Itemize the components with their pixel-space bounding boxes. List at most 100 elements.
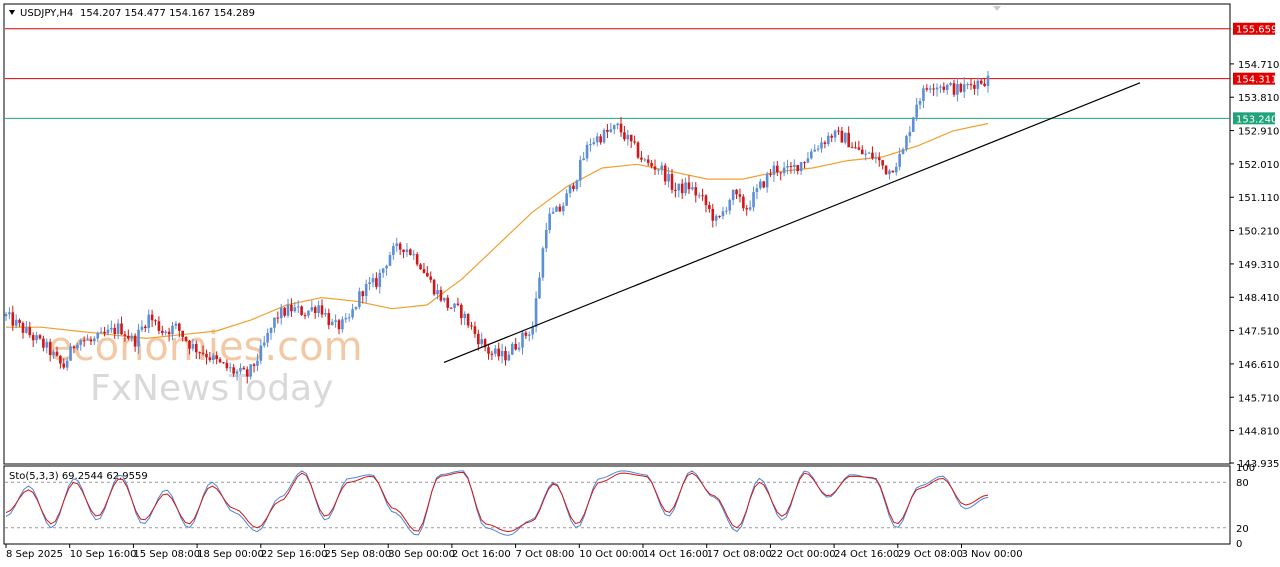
candle-body [966, 84, 969, 86]
candle-body [626, 134, 630, 140]
candle-body [918, 101, 922, 105]
candle-body [402, 249, 405, 252]
candle-body [378, 272, 382, 287]
candle-body [551, 211, 555, 214]
candle-body [171, 325, 174, 335]
time-tick-label: 15 Sep 08:00 [133, 549, 200, 560]
candle-body [307, 310, 310, 316]
candle-body [684, 182, 687, 194]
candle-body [453, 303, 456, 309]
candle-body [137, 329, 140, 347]
candle-body [334, 320, 337, 322]
candle-body [358, 291, 361, 307]
candle-body [25, 327, 28, 333]
candle-body [354, 306, 358, 310]
candle-body [585, 144, 589, 159]
candle-body [850, 147, 854, 149]
candle-body [320, 305, 324, 315]
watermark-fxnewstoday: FxNewsToday [90, 368, 333, 409]
candle-body [28, 327, 32, 336]
candle-body [517, 347, 521, 350]
candle-body [327, 313, 331, 326]
candle-body [527, 334, 531, 336]
price-tick-label: 144.810 [1238, 427, 1279, 438]
candle-body [555, 206, 558, 212]
candle-body [262, 342, 266, 346]
candle-body [541, 248, 545, 278]
time-tick-label: 29 Oct 08:00 [898, 549, 963, 560]
candle-body [932, 88, 935, 90]
candle-body [477, 333, 480, 345]
candle-body [242, 367, 246, 370]
candle-body [925, 88, 929, 90]
candle-body [228, 367, 232, 369]
candle-body [609, 129, 613, 132]
time-tick-label: 3 Nov 00:00 [962, 549, 1023, 560]
candle-body [860, 149, 864, 155]
candle-body [164, 331, 168, 334]
candle-body [96, 332, 100, 339]
candle-body [225, 362, 229, 369]
candle-body [429, 276, 433, 280]
candle-body [986, 75, 990, 86]
time-tick-label: 18 Sep 00:00 [197, 549, 264, 560]
candle-body [507, 354, 511, 361]
candle-body [680, 183, 684, 194]
candle-body [381, 268, 385, 273]
candle-body [79, 340, 83, 345]
candle-body [945, 84, 949, 90]
usdjpy-chart[interactable]: economies.com FxNewsToday USDJPY,H4 154.… [0, 0, 1280, 567]
candle-body [949, 83, 952, 85]
candle-body [415, 254, 419, 265]
candle-body [745, 208, 749, 210]
candle-body [490, 353, 494, 355]
candle-body [612, 125, 616, 130]
candle-body [810, 151, 813, 159]
candle-body [35, 335, 38, 341]
candle-body [181, 330, 184, 337]
candle-body [65, 360, 69, 368]
candle-body [983, 83, 986, 86]
candle-body [629, 134, 633, 142]
candle-body [69, 346, 72, 361]
candle-body [59, 355, 62, 364]
candle-body [211, 355, 215, 360]
candle-body [759, 181, 762, 189]
candle-body [884, 165, 888, 175]
candle-body [877, 157, 881, 161]
time-tick-label: 8 Sep 2025 [6, 549, 63, 560]
candle-body [470, 325, 473, 327]
candle-body [901, 149, 905, 154]
candle-body [198, 352, 201, 354]
candle-body [646, 159, 650, 164]
candle-body [215, 355, 218, 360]
candle-body [735, 189, 738, 195]
candle-body [521, 332, 524, 348]
candle-body [694, 187, 698, 196]
price-tick-label: 146.610 [1238, 360, 1279, 371]
candle-body [500, 350, 504, 357]
candle-body [344, 317, 348, 320]
candle-body [898, 153, 901, 167]
candle-body [881, 160, 884, 166]
candle-body [303, 315, 307, 317]
candle-body [330, 321, 334, 326]
candle-body [133, 335, 137, 347]
candle-body [697, 195, 701, 197]
candle-body [310, 307, 314, 311]
symbol-label: USDJPY,H4 [20, 8, 73, 19]
candle-body [113, 327, 117, 334]
candle-body [388, 255, 392, 266]
candle-body [412, 254, 416, 256]
candle-body [317, 305, 320, 313]
candle-body [18, 319, 21, 323]
candle-body [239, 367, 242, 372]
candle-body [256, 360, 259, 366]
candle-body [660, 165, 664, 170]
candle-body [103, 331, 106, 334]
time-tick-label: 24 Oct 16:00 [834, 549, 899, 560]
candle-body [174, 323, 178, 326]
candle-body [731, 189, 735, 200]
candle-body [341, 319, 344, 330]
candle-body [755, 188, 759, 193]
